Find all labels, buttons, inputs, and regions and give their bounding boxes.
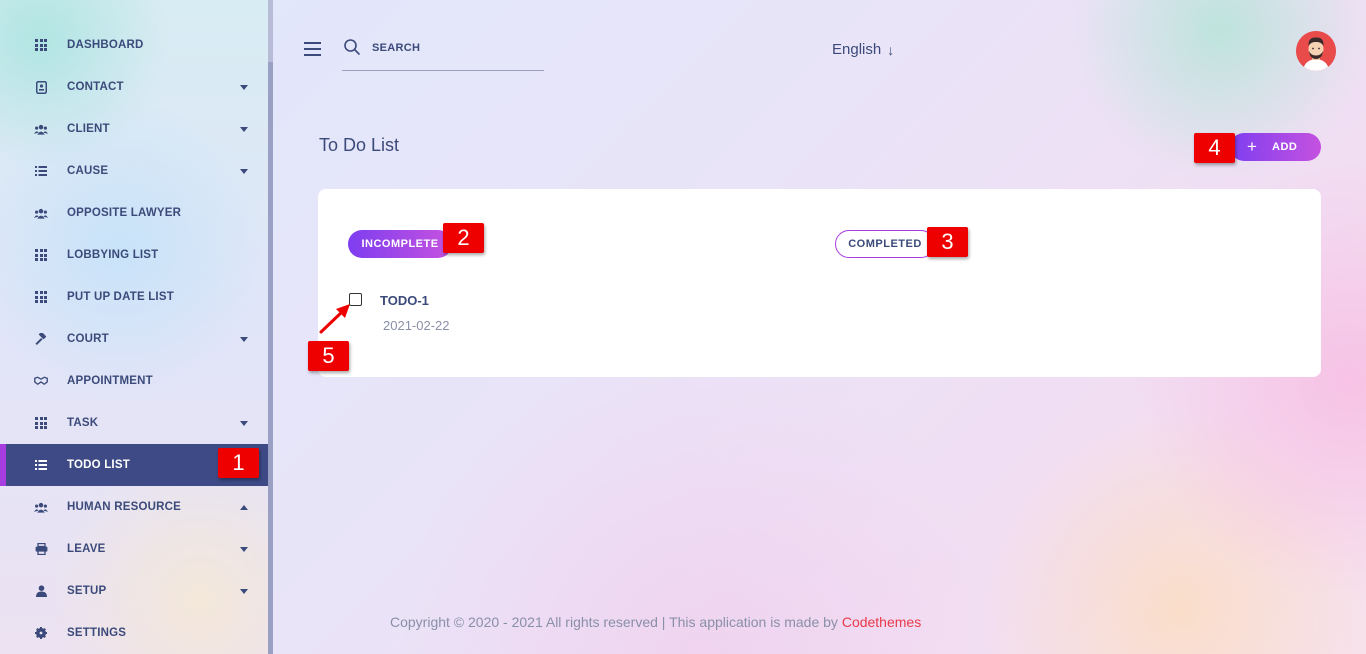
todo-date: 2021-02-22	[383, 318, 450, 333]
sidebar-item-label: CLIENT	[67, 123, 110, 135]
language-label: English	[832, 41, 882, 58]
sidebar-item-label: DASHBOARD	[67, 39, 144, 51]
sidebar-item-label: PUT UP DATE LIST	[67, 291, 174, 303]
chevron-down-icon	[240, 588, 248, 594]
chevron-down-icon	[240, 336, 248, 342]
avatar[interactable]	[1296, 31, 1336, 71]
grid-icon	[34, 290, 48, 304]
sidebar-item-contact[interactable]: CONTACT	[0, 66, 268, 108]
sidebar-item-label: SETTINGS	[67, 627, 127, 639]
gavel-icon	[34, 332, 48, 346]
sidebar-item-cause[interactable]: CAUSE	[0, 150, 268, 192]
footer-text: Copyright © 2020 - 2021 All rights reser…	[390, 614, 842, 630]
sidebar-item-label: TASK	[67, 417, 99, 429]
arrow-down-icon: ↓	[887, 41, 895, 58]
chevron-down-icon	[240, 420, 248, 426]
sidebar-item-setup[interactable]: SETUP	[0, 570, 268, 612]
sidebar-scrollbar[interactable]	[268, 0, 273, 654]
sidebar-item-lobbying-list[interactable]: LOBBYING LIST	[0, 234, 268, 276]
sidebar-item-dashboard[interactable]: DASHBOARD	[0, 24, 268, 66]
user-icon	[34, 584, 48, 598]
chevron-down-icon	[240, 168, 248, 174]
sidebar-item-label: CONTACT	[67, 81, 124, 93]
search-bar	[342, 36, 544, 71]
tab-incomplete[interactable]: INCOMPLETE	[348, 230, 452, 258]
search-input[interactable]	[372, 38, 542, 58]
grid-icon	[34, 248, 48, 262]
todo-title: TODO-1	[380, 293, 429, 308]
users-icon	[34, 500, 48, 514]
scrollbar-thumb[interactable]	[268, 62, 273, 654]
search-icon[interactable]	[343, 38, 361, 56]
tab-completed[interactable]: COMPLETED	[835, 230, 935, 258]
sidebar-item-label: SETUP	[67, 585, 107, 597]
todo-card	[318, 189, 1321, 377]
sidebar-item-put-up-date-list[interactable]: PUT UP DATE LIST	[0, 276, 268, 318]
language-selector[interactable]: English ↓	[832, 41, 894, 58]
plus-icon: +	[1247, 137, 1258, 156]
printer-icon	[34, 542, 48, 556]
sidebar-item-leave[interactable]: LEAVE	[0, 528, 268, 570]
chevron-up-icon	[240, 504, 248, 510]
chevron-down-icon	[240, 546, 248, 552]
footer-brand-link[interactable]: Codethemes	[842, 614, 921, 630]
sidebar-item-settings[interactable]: SETTINGS	[0, 612, 268, 654]
sidebar-item-label: OPPOSITE LAWYER	[67, 207, 182, 219]
footer: Copyright © 2020 - 2021 All rights reser…	[390, 614, 921, 630]
menu-toggle-icon[interactable]	[304, 42, 321, 56]
sidebar-item-opposite-lawyer[interactable]: OPPOSITE LAWYER	[0, 192, 268, 234]
sidebar-item-appointment[interactable]: APPOINTMENT	[0, 360, 268, 402]
sidebar-item-label: LOBBYING LIST	[67, 249, 159, 261]
annotation-badge-5: 5	[308, 341, 349, 371]
annotation-badge-3: 3	[927, 227, 968, 257]
gear-icon	[34, 626, 48, 640]
annotation-arrow-icon	[319, 304, 350, 334]
annotation-badge-4: 4	[1194, 133, 1235, 163]
sidebar-item-task[interactable]: TASK	[0, 402, 268, 444]
add-button-label: ADD	[1272, 141, 1298, 153]
add-todo-button[interactable]: + ADD	[1230, 133, 1321, 161]
grid-icon	[34, 416, 48, 430]
annotation-badge-1: 1	[218, 448, 259, 478]
sidebar-item-label: LEAVE	[67, 543, 106, 555]
sidebar-item-label: COURT	[67, 333, 109, 345]
sidebar-item-human-resource[interactable]: HUMAN RESOURCE	[0, 486, 268, 528]
list-icon	[34, 164, 48, 178]
handshake-icon	[34, 374, 48, 388]
sidebar: DASHBOARD CONTACT CLIENT CAUSE OPPOSITE …	[0, 0, 268, 654]
sidebar-item-court[interactable]: COURT	[0, 318, 268, 360]
chevron-down-icon	[240, 126, 248, 132]
scrollbar-track-top	[268, 0, 273, 62]
contact-card-icon	[34, 80, 48, 94]
grid-icon	[34, 38, 48, 52]
sidebar-item-label: TODO LIST	[67, 459, 130, 471]
sidebar-item-client[interactable]: CLIENT	[0, 108, 268, 150]
users-icon	[34, 122, 48, 136]
sidebar-item-label: APPOINTMENT	[67, 375, 153, 387]
list-icon	[34, 458, 48, 472]
users-icon	[34, 206, 48, 220]
sidebar-item-label: HUMAN RESOURCE	[67, 501, 181, 513]
annotation-badge-2: 2	[443, 223, 484, 253]
chevron-down-icon	[240, 84, 248, 90]
sidebar-item-label: CAUSE	[67, 165, 109, 177]
page-title: To Do List	[319, 135, 400, 155]
